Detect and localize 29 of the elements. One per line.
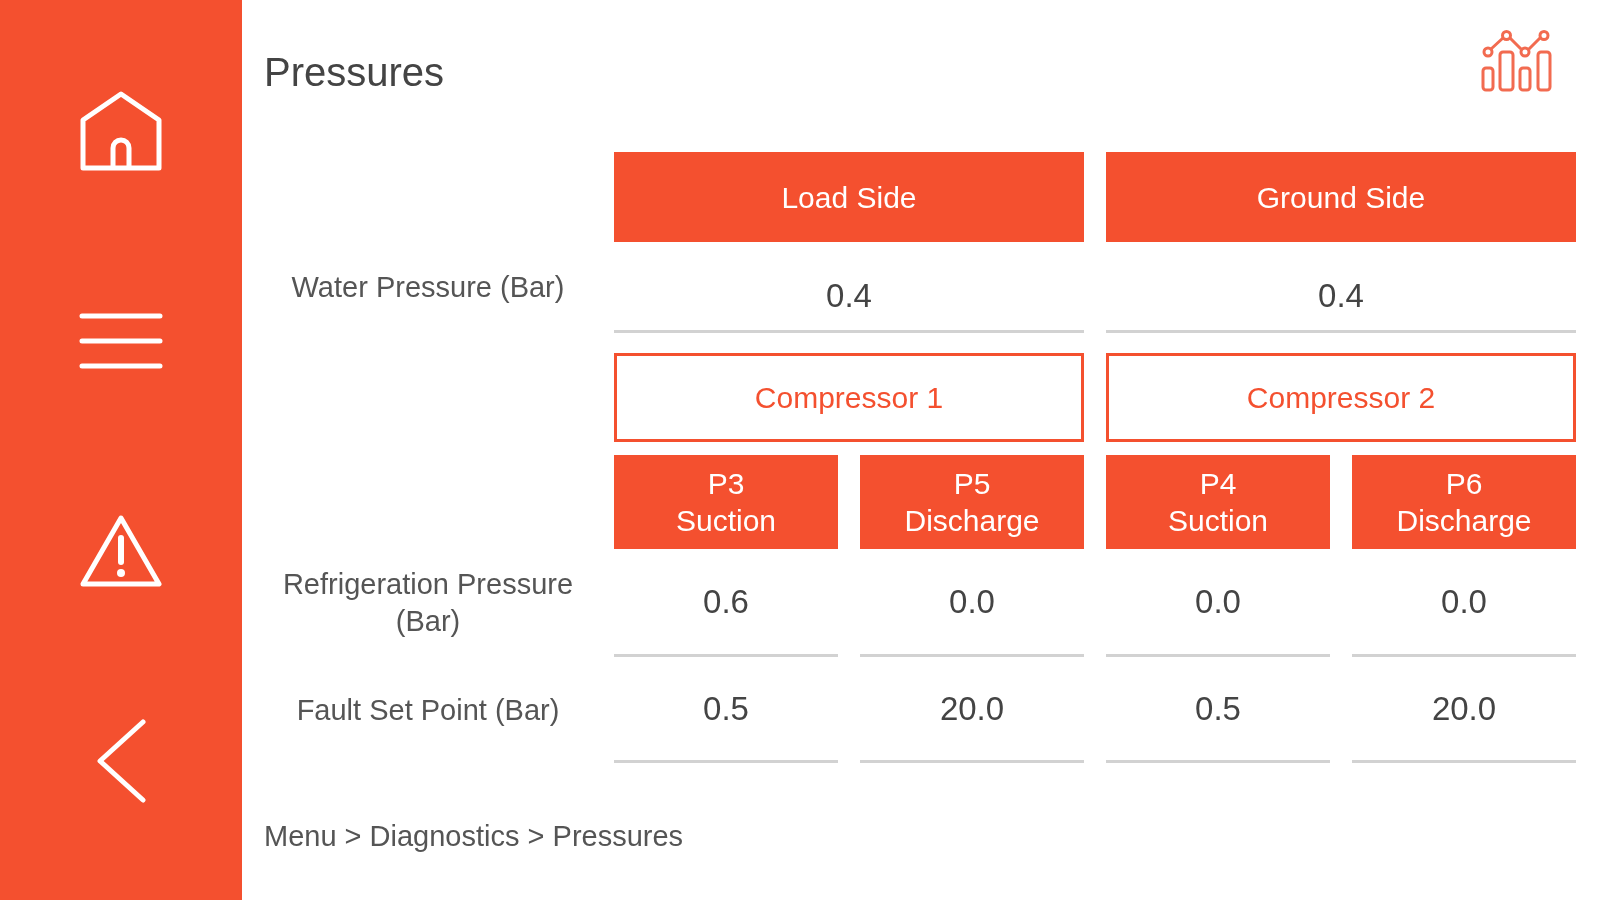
- column-header: P6 Discharge: [1352, 455, 1576, 549]
- group-header: Compressor 2: [1106, 353, 1576, 442]
- group-header: Compressor 1: [614, 353, 1084, 442]
- table-cell: 0.5: [614, 657, 838, 763]
- table-cell: 0.0: [1106, 549, 1330, 657]
- column-header: Ground Side: [1106, 152, 1576, 242]
- row-label: Refrigeration Pressure (Bar): [281, 567, 575, 639]
- page-title: Pressures: [264, 49, 445, 95]
- menu-icon: [79, 313, 163, 369]
- table-cell: 20.0: [860, 657, 1084, 763]
- chart-icon: [1481, 30, 1553, 92]
- breadcrumb: Menu > Diagnostics > Pressures: [264, 820, 684, 852]
- column-header: P4 Suction: [1106, 455, 1330, 549]
- table-cell: 0.6: [614, 549, 838, 657]
- table-cell: 0.0: [1352, 549, 1576, 657]
- row-label: Fault Set Point (Bar): [295, 692, 561, 728]
- table-cell: 20.0: [1352, 657, 1576, 763]
- column-header: P3 Suction: [614, 455, 838, 549]
- chart-button[interactable]: [1481, 30, 1553, 92]
- back-icon: [95, 719, 147, 803]
- column-header: P5 Discharge: [860, 455, 1084, 549]
- table-cell: 0.4: [614, 242, 1084, 333]
- warning-icon: [79, 514, 163, 588]
- table-cell: 0.4: [1106, 242, 1576, 333]
- table-cell: 0.0: [860, 549, 1084, 657]
- column-header: Load Side: [614, 152, 1084, 242]
- row-label: Water Pressure (Bar): [290, 270, 566, 305]
- table-cell: 0.5: [1106, 657, 1330, 763]
- home-icon: [79, 90, 163, 172]
